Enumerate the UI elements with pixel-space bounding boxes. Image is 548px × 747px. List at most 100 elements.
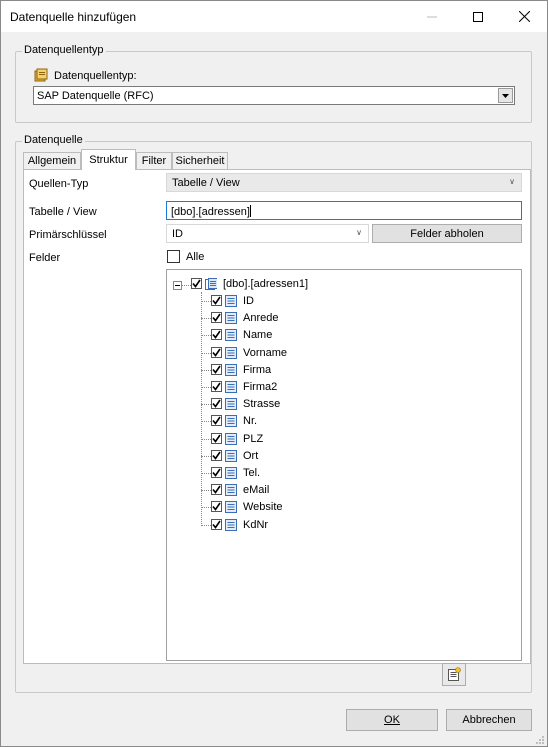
tree-field-node[interactable]: PLZ: [211, 432, 361, 447]
tab-struktur[interactable]: Struktur: [81, 149, 136, 170]
datasource-icon: [34, 68, 48, 82]
table-view-value: [dbo].[adressen]: [171, 206, 250, 218]
tree-field-node[interactable]: Firma: [211, 363, 361, 378]
tree-field-node[interactable]: Name: [211, 329, 361, 343]
tree-field-label: PLZ: [243, 432, 264, 445]
maximize-icon: [473, 11, 483, 22]
tree-field-label: KdNr: [243, 518, 269, 531]
fields-label: Felder: [29, 252, 61, 264]
tree-field-node[interactable]: Strasse: [211, 398, 361, 412]
minimize-button[interactable]: [409, 1, 455, 32]
tree-checkbox[interactable]: [211, 518, 222, 530]
tree-field-label: Anrede: [243, 312, 279, 325]
fields-tree[interactable]: [dbo].[adressen1] ID Anrede Name Vorname Fir…: [166, 269, 522, 661]
tree-field-node[interactable]: Firma2: [211, 381, 361, 395]
tree-field-node[interactable]: Vorname: [211, 346, 361, 361]
minimize-icon: [427, 16, 437, 17]
fetch-fields-button[interactable]: Felder abholen: [372, 224, 522, 243]
datasource-type-value: SAP Datenquelle (RFC): [37, 90, 154, 102]
table-view-input[interactable]: [dbo].[adressen]: [166, 201, 522, 220]
text-caret: [249, 205, 251, 217]
tree-field-label: Website: [243, 501, 283, 514]
dialog-window: Datenquelle hinzufügen Datenquellentyp D…: [0, 0, 548, 747]
datasource-type-select[interactable]: SAP Datenquelle (RFC): [33, 86, 515, 105]
tab-label: Sicherheit: [175, 155, 225, 167]
tree-field-node[interactable]: eMail: [211, 484, 361, 498]
datasource-type-legend: Datenquellentyp: [22, 44, 106, 56]
cancel-button[interactable]: Abbrechen: [446, 709, 532, 731]
tab-label: Allgemein: [27, 155, 77, 167]
tree-checkbox[interactable]: [211, 381, 222, 392]
tree-field-node[interactable]: Website: [211, 501, 361, 515]
source-type-select[interactable]: Tabelle / View ∨: [166, 173, 522, 192]
add-field-icon: [448, 667, 461, 681]
collapse-toggle[interactable]: [173, 281, 182, 290]
field-icon: [225, 484, 237, 497]
tree-field-label: Strasse: [243, 398, 281, 411]
close-button[interactable]: [501, 1, 547, 32]
tree-checkbox[interactable]: [211, 295, 222, 306]
primary-key-label: Primärschlüssel: [29, 229, 107, 241]
primary-key-select[interactable]: ID ∨: [166, 224, 369, 243]
resize-grip-icon[interactable]: [534, 734, 545, 745]
tab-sicherheit[interactable]: Sicherheit: [172, 152, 228, 169]
tab-filter[interactable]: Filter: [136, 152, 172, 169]
tree-field-label: Vorname: [243, 346, 288, 359]
tree-checkbox[interactable]: [211, 449, 222, 461]
add-field-button[interactable]: [442, 663, 466, 686]
tree-checkbox[interactable]: [211, 432, 222, 444]
field-icon: [225, 501, 237, 514]
cancel-label: Abbrechen: [462, 714, 516, 726]
tab-allgemein[interactable]: Allgemein: [23, 152, 81, 169]
table-view-label: Tabelle / View: [29, 206, 97, 218]
tree-checkbox[interactable]: [211, 363, 222, 375]
primary-key-value: ID: [172, 228, 183, 240]
ok-button[interactable]: OK: [346, 709, 438, 731]
tree-checkbox[interactable]: [211, 484, 222, 496]
tree-field-label: Firma: [243, 363, 272, 376]
window-title: Datenquelle hinzufügen: [10, 10, 137, 24]
tree-field-node[interactable]: Ort: [211, 449, 361, 464]
tree-root-node[interactable]: [dbo].[adressen1]: [191, 278, 391, 292]
close-icon: [518, 11, 530, 22]
field-icon: [225, 449, 237, 462]
tree-field-node[interactable]: Nr.: [211, 415, 361, 429]
source-type-value: Tabelle / View: [172, 177, 240, 189]
tree-checkbox[interactable]: [211, 467, 222, 478]
tree-field-node[interactable]: KdNr: [211, 518, 361, 533]
tree-field-label: eMail: [243, 484, 270, 497]
tree-field-label: Name: [243, 329, 273, 342]
tree-checkbox[interactable]: [211, 329, 222, 341]
tree-checkbox[interactable]: [191, 278, 202, 289]
ok-label: OK: [384, 714, 400, 726]
datasource-legend: Datenquelle: [22, 134, 85, 146]
field-icon: [225, 518, 237, 531]
tab-label: Filter: [141, 155, 167, 167]
tree-checkbox[interactable]: [211, 501, 222, 513]
field-icon: [225, 415, 237, 428]
tree-field-label: ID: [243, 295, 254, 307]
chevron-down-icon: ∨: [356, 228, 362, 237]
maximize-button[interactable]: [455, 1, 501, 32]
tree-checkbox[interactable]: [211, 415, 222, 427]
all-checkbox[interactable]: [167, 250, 180, 263]
tab-label: Struktur: [89, 154, 128, 166]
tree-field-node[interactable]: Tel.: [211, 467, 361, 481]
tree-checkbox[interactable]: [211, 346, 222, 358]
field-icon: [225, 398, 237, 411]
field-icon: [225, 467, 237, 479]
tree-checkbox[interactable]: [211, 312, 222, 324]
field-icon: [225, 346, 237, 359]
chevron-down-icon: [502, 93, 509, 98]
chevron-down-icon: ∨: [509, 177, 515, 186]
all-label: Alle: [186, 251, 205, 263]
tree-field-node[interactable]: ID: [211, 295, 361, 309]
tree-checkbox[interactable]: [211, 398, 222, 410]
table-icon: [205, 278, 217, 290]
field-icon: [225, 381, 237, 393]
tree-root-label: [dbo].[adressen1]: [223, 278, 309, 290]
datasource-type-dropdown-button[interactable]: [498, 88, 513, 103]
tree-field-node[interactable]: Anrede: [211, 312, 361, 326]
fetch-fields-label: Felder abholen: [410, 227, 484, 240]
tree-field-label: Nr.: [243, 415, 258, 428]
